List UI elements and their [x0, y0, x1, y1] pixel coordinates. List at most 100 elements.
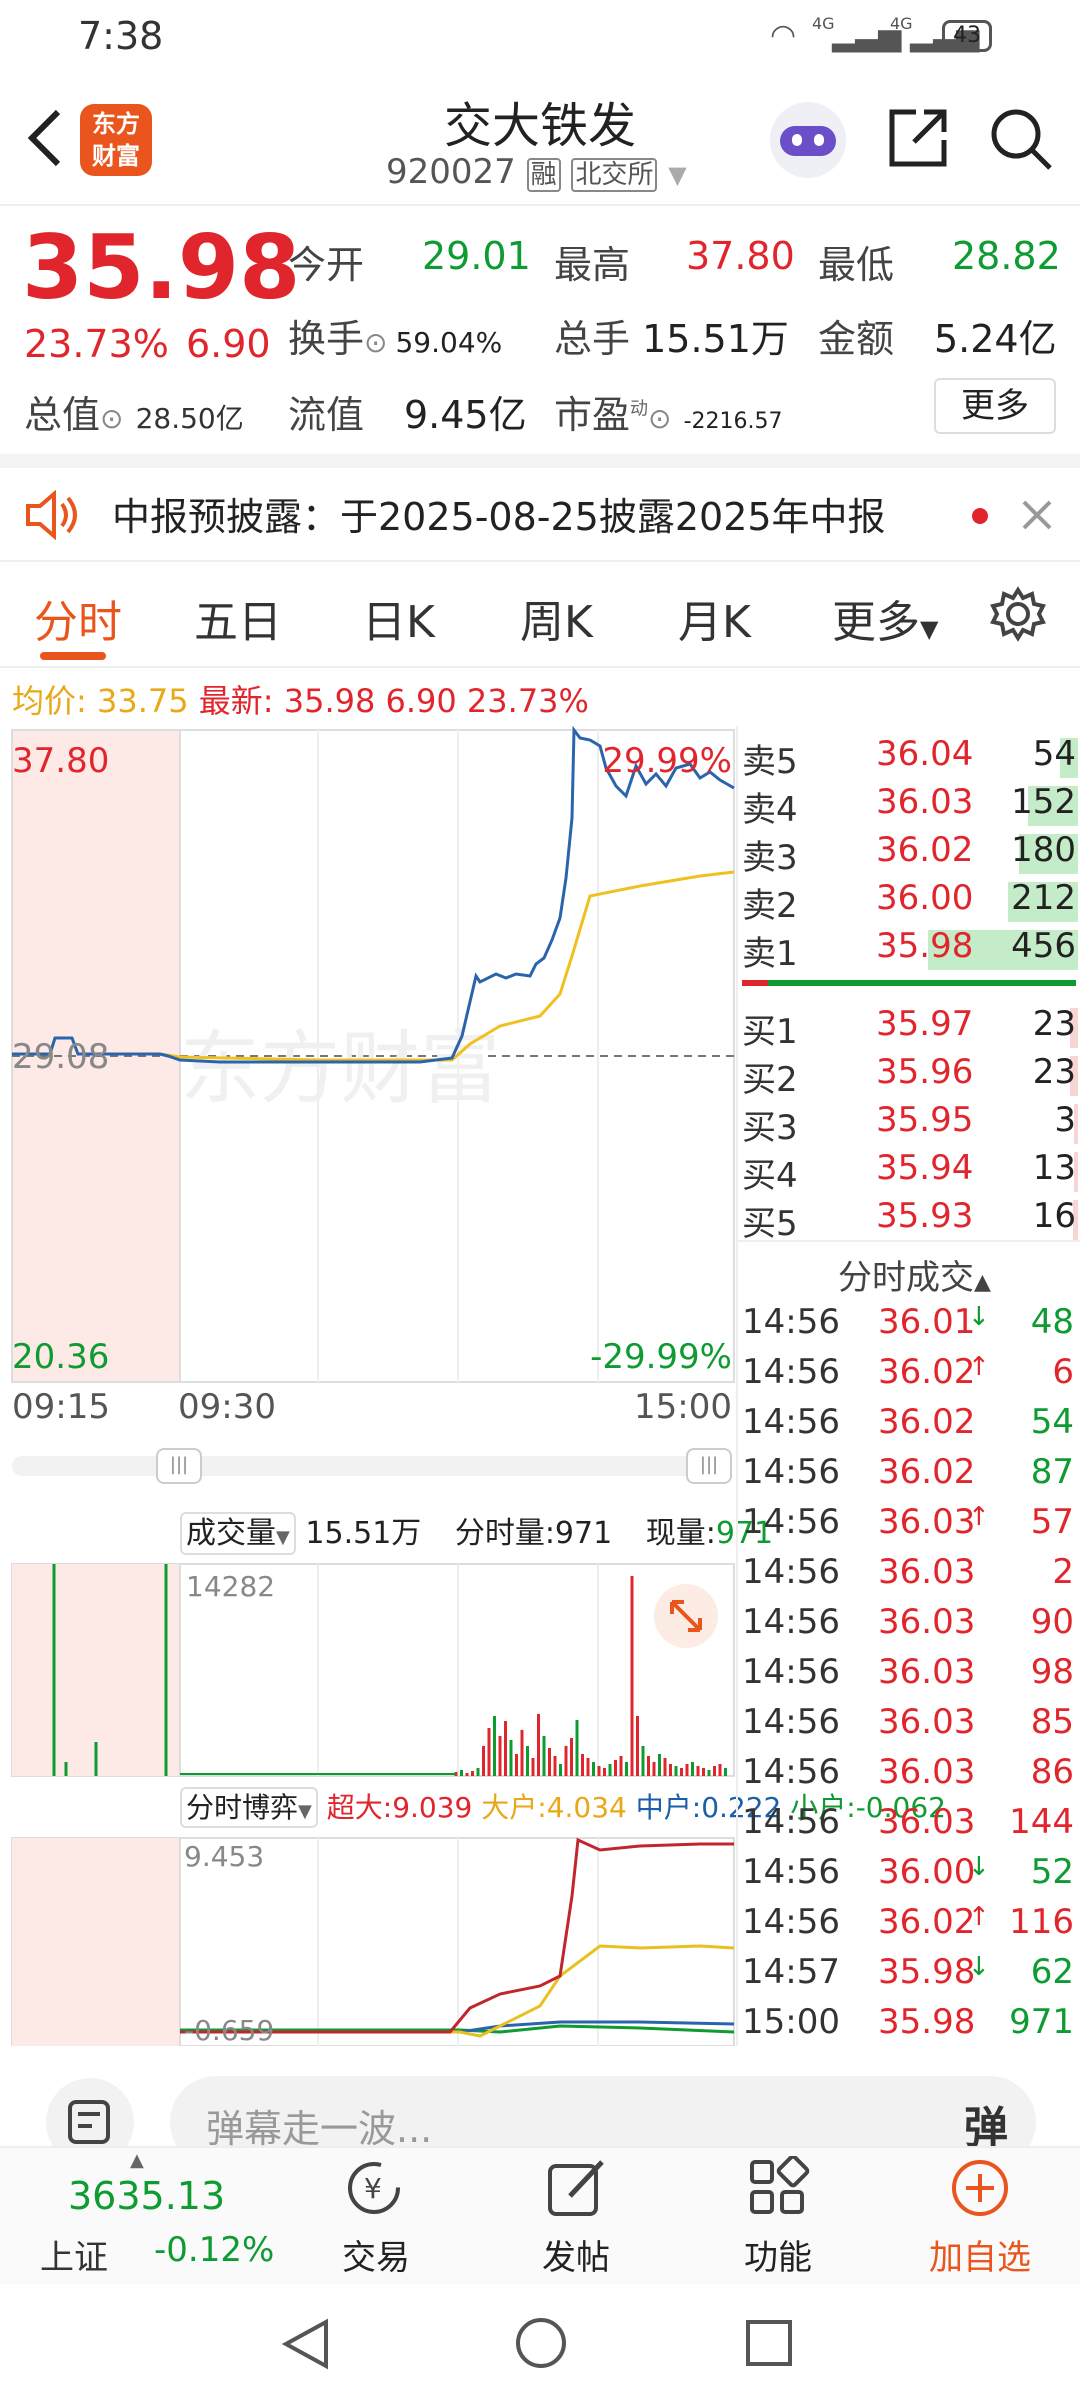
speaker-icon — [26, 490, 77, 540]
change-pct: 23.73% — [24, 322, 169, 366]
sell-row[interactable]: 卖5 36.04 54 — [738, 734, 1080, 782]
tab-intraday[interactable]: 分时 — [34, 586, 122, 650]
pe-info-icon[interactable]: ⊙ — [648, 402, 671, 435]
search-icon[interactable] — [988, 106, 1056, 174]
ticks-header[interactable]: 分时成交▲ — [838, 1250, 991, 1299]
range-scrollbar[interactable]: ||| ||| — [12, 1448, 732, 1484]
tab-day-k[interactable]: 日K — [362, 586, 435, 650]
tick-time: 14:56 — [742, 1402, 840, 1442]
avg-label: 均价: — [12, 682, 87, 720]
tick-volume: 2 — [1052, 1552, 1074, 1592]
sell-row[interactable]: 卖4 36.03 152 — [738, 782, 1080, 830]
buy-row[interactable]: 买3 35.95 3 — [738, 1100, 1080, 1148]
watermark: 东方财富 — [180, 1024, 500, 1113]
tick-time: 15:00 — [742, 2002, 840, 2042]
amount-row: 金额 5.24亿 — [818, 308, 1057, 363]
index-pct[interactable]: -0.12% — [154, 2230, 274, 2270]
back-nav-icon[interactable] — [282, 2318, 332, 2370]
high-row: 最高 37.80 — [554, 234, 795, 289]
buy-row[interactable]: 买2 35.96 23 — [738, 1052, 1080, 1100]
sell-volume: 152 — [1011, 782, 1076, 822]
sell-level: 卖5 — [742, 742, 798, 782]
divider-3 — [736, 1240, 1080, 1242]
turnover-info-icon[interactable]: ⊙ — [364, 326, 387, 359]
sell-row[interactable]: 卖3 36.02 180 — [738, 830, 1080, 878]
flow-selector[interactable]: 分时博弈▼ — [180, 1787, 318, 1828]
post-icon[interactable] — [544, 2156, 608, 2220]
buy-row[interactable]: 买1 35.97 23 — [738, 1004, 1080, 1052]
sell-volume: 456 — [1011, 926, 1076, 966]
tick-price: 36.02 — [878, 1352, 976, 1392]
buy-price: 35.95 — [876, 1100, 974, 1140]
tick-time: 14:56 — [742, 1302, 840, 1342]
tick-price: 36.02 — [878, 1402, 976, 1442]
tick-row: 14:57 35.98 ↓ 62 — [738, 1952, 1080, 2002]
high-label: 最高 — [554, 243, 631, 287]
home-nav-icon[interactable] — [514, 2316, 568, 2370]
float-row: 流值 9.45亿 — [288, 384, 527, 439]
volume-selector[interactable]: 成交量▼ — [180, 1512, 296, 1555]
tick-volume: 86 — [1030, 1752, 1074, 1792]
assistant-robot-icon[interactable] — [770, 102, 846, 178]
sell-price: 36.00 — [876, 878, 974, 918]
tab-more[interactable]: 更多▼ — [832, 586, 938, 650]
chevron-down-icon[interactable]: ▼ — [668, 161, 686, 189]
notice-bar[interactable]: 中报预披露：于2025-08-25披露2025年中报 — [0, 468, 1080, 562]
mcap-label: 总值 — [24, 393, 101, 437]
tick-time: 14:56 — [742, 1902, 840, 1942]
amount-label: 金额 — [818, 317, 895, 361]
volume-chart[interactable]: 14282 — [0, 1562, 740, 1780]
y-bot-label: 20.36 — [12, 1337, 109, 1377]
bottom-nav: ▲ 3635.13 上证 -0.12% ¥ 交易 发帖 功能 加自选 — [0, 2146, 1080, 2284]
info-icon[interactable]: ⊙ — [100, 402, 123, 435]
high-value: 37.80 — [686, 234, 795, 278]
tick-volume: 48 — [1030, 1302, 1074, 1342]
sell-row[interactable]: 卖1 35.98 456 — [738, 926, 1080, 974]
share-icon[interactable] — [886, 106, 950, 170]
tick-time: 14:56 — [742, 1602, 840, 1642]
sell-row[interactable]: 卖2 36.00 212 — [738, 878, 1080, 926]
capital-flow-chart[interactable]: 9.453 -0.659 — [0, 1836, 740, 2046]
tick-volume: 971 — [1009, 2002, 1074, 2042]
tick-volume: 87 — [1030, 1452, 1074, 1492]
index-name[interactable]: 上证 — [40, 2230, 108, 2279]
float-value: 9.45亿 — [404, 393, 527, 437]
buy-row[interactable]: 买5 35.93 16 — [738, 1196, 1080, 1244]
range-left-handle[interactable]: ||| — [156, 1448, 202, 1484]
turnover-value: 59.04% — [395, 326, 503, 359]
legend-pct: 23.73% — [466, 682, 589, 720]
tab-week-k[interactable]: 周K — [520, 586, 593, 650]
y-mid-label: 29.08 — [12, 1037, 109, 1077]
tick-arrow-icon: ↑ — [968, 1352, 990, 1382]
tick-volume: 90 — [1030, 1602, 1074, 1642]
range-right-handle[interactable]: ||| — [686, 1448, 732, 1484]
buy-volume: 3 — [1054, 1100, 1076, 1140]
more-button[interactable]: 更多 — [934, 378, 1056, 434]
gear-icon[interactable] — [990, 586, 1046, 642]
buy-row[interactable]: 买4 35.94 13 — [738, 1148, 1080, 1196]
index-value[interactable]: 3635.13 — [68, 2174, 225, 2218]
intraday-chart[interactable]: 东方财富 37.80 29.08 20.36 29.99% -29.99% 09… — [0, 726, 740, 1426]
function-label[interactable]: 功能 — [708, 2230, 848, 2279]
caret-down-icon: ▼ — [920, 615, 939, 643]
last-price: 35.98 — [22, 216, 301, 319]
tick-volume: 144 — [1009, 1802, 1074, 1842]
tick-row: 14:56 36.03 86 — [738, 1752, 1080, 1802]
status-time: 7:38 — [78, 14, 164, 58]
recents-nav-icon[interactable] — [744, 2318, 794, 2368]
tick-price: 36.03 — [878, 1602, 976, 1642]
add-watchlist-icon[interactable] — [948, 2156, 1012, 2220]
close-icon[interactable] — [1020, 498, 1054, 532]
function-icon[interactable] — [746, 2156, 810, 2220]
trade-label[interactable]: 交易 — [306, 2230, 446, 2279]
trade-icon[interactable]: ¥ — [342, 2156, 406, 2220]
tick-row: 14:56 36.03 144 — [738, 1802, 1080, 1852]
low-value: 28.82 — [952, 234, 1061, 278]
post-label[interactable]: 发帖 — [506, 2230, 646, 2279]
tick-price: 36.01 — [878, 1302, 976, 1342]
flow-super: 超大:9.039 — [326, 1791, 473, 1824]
tab-month-k[interactable]: 月K — [678, 586, 751, 650]
add-watchlist-label[interactable]: 加自选 — [910, 2230, 1050, 2279]
tab-five-day[interactable]: 五日 — [194, 586, 282, 650]
float-label: 流值 — [288, 393, 365, 437]
